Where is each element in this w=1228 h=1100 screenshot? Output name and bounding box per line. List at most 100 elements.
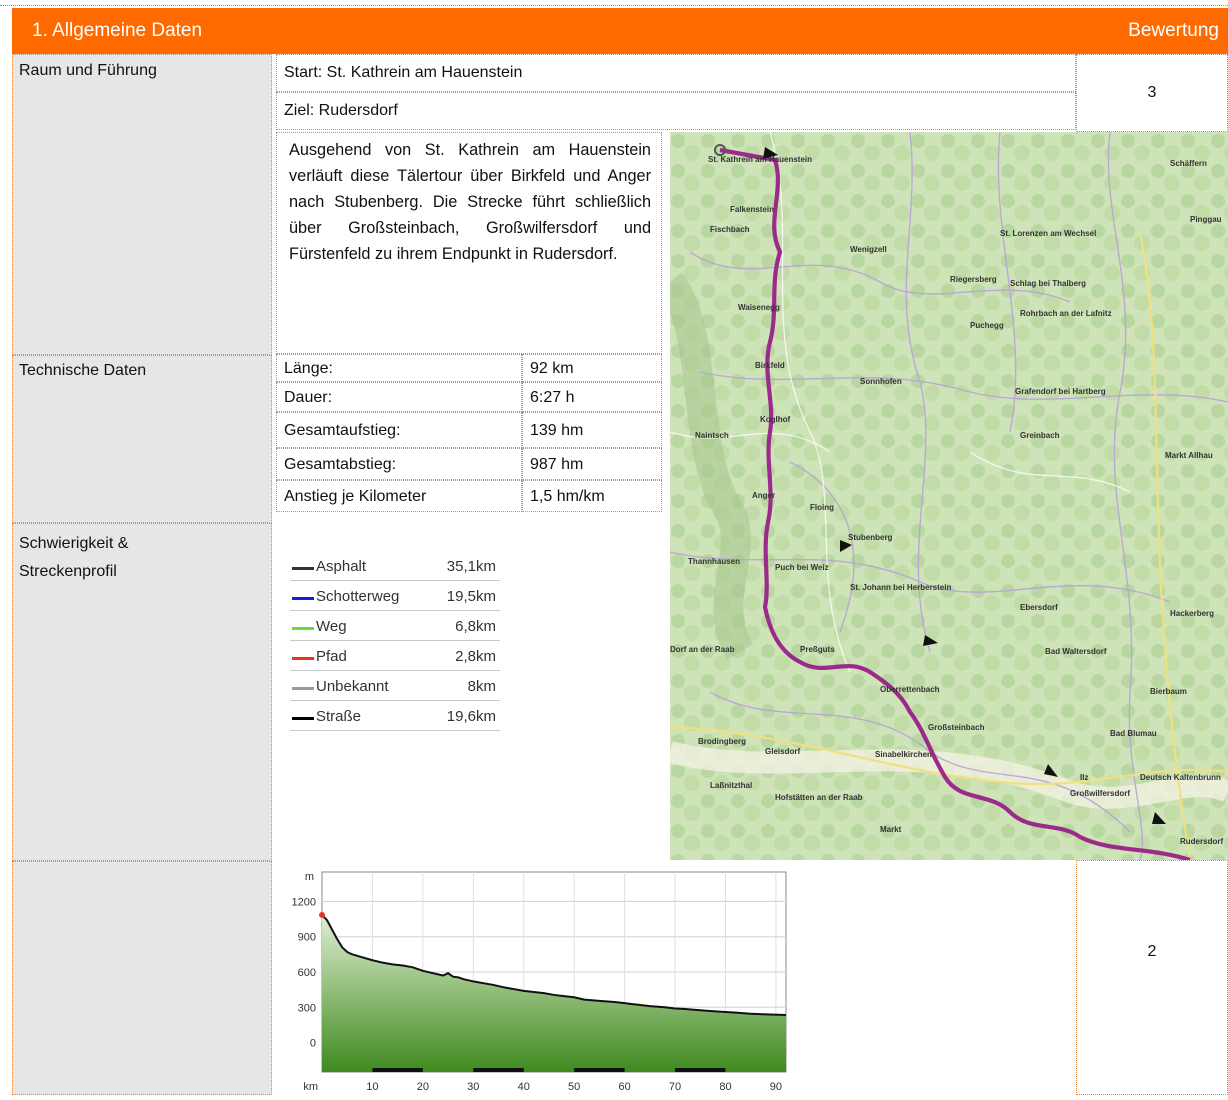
- map-place-label: Bad Waltersdorf: [1045, 647, 1107, 656]
- map-place-label: Schlag bei Thalberg: [1010, 279, 1086, 288]
- map-place-label: Gleisdorf: [765, 747, 800, 756]
- legend-swatch: [292, 687, 314, 690]
- legend-value: 35,1km: [446, 558, 496, 575]
- map-place-label: Waisenegg: [738, 303, 780, 312]
- x-axis-label: km: [303, 1081, 318, 1093]
- map-place-label: Rudersdorf: [1180, 837, 1223, 846]
- map-place-label: Sinabelkirchen: [875, 750, 932, 759]
- map-place-label: Hackerberg: [1170, 609, 1214, 618]
- legend-swatch: [292, 627, 314, 630]
- label-schwierigkeit-line1: Schwierigkeit &: [19, 535, 129, 552]
- map-place-label: Naintsch: [695, 431, 729, 440]
- label-technische-daten: Technische Daten: [19, 362, 147, 379]
- legend-item: Straße 19,6km: [290, 706, 500, 731]
- map-place-label: Schäffern: [1170, 159, 1207, 168]
- x-tick-label: 90: [770, 1081, 782, 1093]
- x-band-segment: [675, 1068, 726, 1072]
- legend-swatch: [292, 717, 314, 720]
- divider: [12, 860, 272, 862]
- legend-swatch: [292, 657, 314, 660]
- map-place-label: Hofstätten an der Raab: [775, 793, 863, 802]
- map-place-label: Puch bei Weiz: [775, 563, 829, 572]
- legend-name: Schotterweg: [316, 588, 400, 605]
- start-point-marker: [319, 911, 325, 918]
- map-place-label: Großwilfersdorf: [1070, 789, 1130, 798]
- map-place-label: St. Kathrein am Hauenstein: [708, 155, 812, 164]
- map-place-label: St. Johann bei Herberstein: [850, 583, 951, 592]
- legend-name: Pfad: [316, 648, 347, 665]
- map-place-label: Floing: [810, 503, 834, 512]
- y-tick-label: 0: [310, 1038, 316, 1050]
- map-place-label: Koglhof: [760, 415, 791, 424]
- map-place-label: Puchegg: [970, 321, 1004, 330]
- rating-column-label: Bewertung: [1128, 20, 1219, 41]
- map-place-label: Riegersberg: [950, 275, 997, 284]
- x-band-segment: [574, 1068, 625, 1072]
- tech-value: 1,5 hm/km: [522, 480, 662, 512]
- x-band-segment: [473, 1068, 524, 1072]
- x-tick-label: 70: [669, 1081, 681, 1093]
- x-tick-label: 60: [618, 1081, 630, 1093]
- x-tick-label: 10: [366, 1081, 378, 1093]
- label-raum: Raum und Führung: [19, 62, 157, 79]
- ziel-cell: Ziel: Rudersdorf: [276, 92, 1076, 130]
- section-title: 1. Allgemeine Daten: [32, 20, 203, 41]
- y-tick-label: 600: [298, 967, 316, 979]
- map-place-label: Markt Allhau: [1165, 451, 1213, 460]
- legend-value: 19,6km: [446, 708, 496, 725]
- map-place-label: Thannhausen: [688, 557, 740, 566]
- map-place-label: Greinbach: [1020, 431, 1060, 440]
- map-place-label: Rohrbach an der Lafnitz: [1020, 309, 1112, 318]
- y-tick-label: 900: [298, 932, 316, 944]
- legend-value: 8km: [467, 678, 496, 695]
- y-axis-label: m: [305, 871, 314, 883]
- legend-value: 2,8km: [455, 648, 496, 665]
- map-place-label: Deutsch Kaltenbrunn: [1140, 773, 1221, 782]
- tech-value: 92 km: [522, 354, 662, 382]
- legend-value: 19,5km: [446, 588, 496, 605]
- tech-key: Anstieg je Kilometer: [276, 480, 522, 512]
- map-place-label: Oberrettenbach: [880, 685, 940, 694]
- map-place-label: Wenigzell: [850, 245, 887, 254]
- rating-raum: 3: [1147, 84, 1157, 101]
- route-map-graphic: St. Kathrein am Hauenstein Fischbach Falke…: [670, 132, 1228, 860]
- x-tick-label: 20: [417, 1081, 429, 1093]
- x-tick-label: 40: [518, 1081, 530, 1093]
- map-place-label: St. Lorenzen am Wechsel: [1000, 229, 1096, 238]
- legend-name: Weg: [316, 618, 347, 635]
- tech-key: Gesamtabstieg:: [276, 448, 522, 480]
- tech-key: Dauer:: [276, 382, 522, 412]
- tech-key: Länge:: [276, 354, 522, 382]
- map-place-label: Preßguts: [800, 645, 835, 654]
- map-place-label: Fischbach: [710, 225, 750, 234]
- start-cell: Start: St. Kathrein am Hauenstein: [276, 54, 1076, 92]
- map-place-label: Bierbaum: [1150, 687, 1187, 696]
- legend-item: Pfad 2,8km: [290, 646, 500, 671]
- legend-item: Weg 6,8km: [290, 616, 500, 641]
- route-map: St. Kathrein am Hauenstein Fischbach Falke…: [670, 132, 1228, 860]
- section-header: 1. Allgemeine Daten Bewertung: [12, 8, 1228, 54]
- elevation-chart: 0 300 600 900 1200 10 20 30 40 50 60 70 80 90 m km: [292, 871, 787, 1093]
- tech-value: 6:27 h: [522, 382, 662, 412]
- map-place-label: Großsteinbach: [928, 723, 985, 732]
- map-place-label: Laßnitzthal: [710, 781, 752, 790]
- tech-key: Gesamtaufstieg:: [276, 412, 522, 448]
- tech-value: 987 hm: [522, 448, 662, 480]
- map-place-label: Dorf an der Raab: [670, 645, 735, 654]
- map-place-label: Brodingberg: [698, 737, 746, 746]
- y-tick-label: 1200: [292, 896, 316, 908]
- tech-value: 139 hm: [522, 412, 662, 448]
- map-place-label: Pinggau: [1190, 215, 1222, 224]
- legend-name: Asphalt: [316, 558, 367, 575]
- elevation-profile: 0 300 600 900 1200 10 20 30 40 50 60 70 80 90 m km: [276, 862, 790, 1095]
- x-tick-label: 30: [467, 1081, 479, 1093]
- map-place-label: Ilz: [1080, 773, 1088, 782]
- x-tick-label: 50: [568, 1081, 580, 1093]
- map-place-label: Stubenberg: [848, 533, 893, 542]
- map-place-label: Ebersdorf: [1020, 603, 1058, 612]
- legend-value: 6,8km: [455, 618, 496, 635]
- legend-swatch: [292, 567, 314, 570]
- rating-schwierigkeit: 2: [1147, 943, 1157, 960]
- rating-cell-schwierigkeit: 2: [1076, 860, 1228, 1095]
- map-place-label: Bad Blumau: [1110, 729, 1157, 738]
